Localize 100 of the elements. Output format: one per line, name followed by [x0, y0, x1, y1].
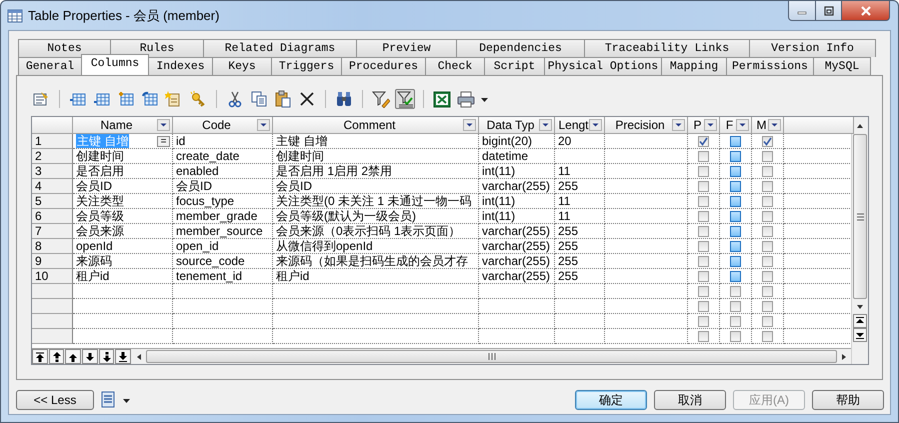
row-number[interactable]: 1	[32, 134, 73, 149]
checkbox[interactable]	[730, 286, 741, 296]
checkbox[interactable]	[762, 270, 773, 282]
column-header[interactable]: Precision	[605, 117, 688, 134]
tab[interactable]: Dependencies	[456, 39, 585, 57]
scrollbar-thumb[interactable]	[146, 350, 837, 363]
checkbox[interactable]	[762, 180, 773, 192]
checkbox[interactable]	[762, 210, 773, 222]
double-up-icon[interactable]	[50, 350, 62, 362]
checkbox[interactable]	[762, 166, 773, 176]
tab[interactable]: Columns	[81, 54, 149, 75]
checkbox[interactable]	[730, 330, 741, 342]
dropdown-icon[interactable]	[589, 119, 602, 131]
add-columns-icon[interactable]	[117, 90, 135, 108]
checkbox[interactable]	[762, 226, 773, 236]
checkbox[interactable]	[698, 166, 709, 176]
checkbox[interactable]	[762, 300, 773, 312]
delete-icon[interactable]	[298, 90, 316, 108]
close-button[interactable]	[842, 1, 890, 21]
paste-icon[interactable]	[274, 90, 292, 108]
scroll-top-icon[interactable]	[855, 316, 865, 326]
print-icon[interactable]	[457, 90, 475, 108]
dropdown-icon[interactable]	[539, 119, 552, 131]
move-bottom-icon[interactable]	[117, 350, 130, 362]
tab[interactable]: Check	[425, 57, 485, 75]
tab[interactable]: Permissions	[726, 57, 814, 75]
checkbox[interactable]	[730, 300, 741, 312]
column-header[interactable]: Lengt	[555, 117, 605, 134]
row-number[interactable]: 3	[32, 164, 73, 179]
checkbox[interactable]	[730, 150, 741, 162]
dropdown-icon[interactable]	[704, 119, 717, 131]
tab[interactable]: Rules	[110, 39, 204, 57]
dropdown-icon[interactable]	[736, 119, 749, 131]
down-arrow-icon[interactable]	[84, 350, 96, 362]
minimize-button[interactable]	[788, 1, 816, 21]
filter-button[interactable]	[395, 89, 415, 109]
less-button[interactable]: << Less	[16, 390, 94, 410]
dropdown-icon[interactable]	[672, 119, 685, 131]
row-number[interactable]: 9	[32, 254, 73, 269]
move-top-icon[interactable]	[34, 350, 46, 362]
tab[interactable]: Script	[484, 57, 545, 75]
dropdown-icon[interactable]	[463, 119, 476, 131]
tab[interactable]: Keys	[212, 57, 272, 75]
row-number[interactable]: 10	[32, 269, 73, 284]
tab[interactable]: Triggers	[271, 57, 342, 75]
tab[interactable]: MySQL	[813, 57, 871, 75]
cut-icon[interactable]	[226, 90, 244, 108]
checkbox[interactable]	[698, 270, 709, 282]
checkbox[interactable]	[698, 150, 709, 162]
checkbox[interactable]	[730, 166, 741, 176]
checkbox[interactable]	[698, 286, 709, 296]
checkbox[interactable]	[730, 240, 741, 252]
checkbox[interactable]	[762, 196, 773, 206]
checkbox[interactable]	[730, 136, 741, 146]
column-header[interactable]: P	[688, 117, 720, 134]
checkbox[interactable]	[698, 300, 709, 312]
column-header[interactable]: Data Typ	[479, 117, 555, 134]
checkbox[interactable]	[762, 330, 773, 342]
properties-icon[interactable]	[32, 90, 50, 108]
filter-edit-icon[interactable]	[372, 90, 390, 108]
dropdown-icon[interactable]	[257, 119, 270, 131]
find-icon[interactable]	[335, 90, 353, 108]
tab[interactable]: Related Diagrams	[203, 39, 357, 57]
tab[interactable]: Mapping	[661, 57, 727, 75]
row-number[interactable]: 8	[32, 239, 73, 254]
checkbox[interactable]	[730, 316, 741, 326]
dialog-button[interactable]: 帮助	[812, 390, 884, 410]
scroll-bottom-icon[interactable]	[855, 330, 865, 340]
reuse-columns-icon[interactable]	[141, 90, 159, 108]
tab[interactable]: Traceability Links	[584, 39, 750, 57]
tab[interactable]: Procedures	[341, 57, 426, 75]
scrollbar-thumb[interactable]	[853, 134, 867, 299]
dialog-button[interactable]: 取消	[654, 390, 726, 410]
checkbox[interactable]	[730, 180, 741, 192]
key-icon[interactable]	[189, 90, 207, 108]
column-header[interactable]: Comment	[273, 117, 479, 134]
ellipsis-button[interactable]: =	[157, 136, 170, 146]
maximize-button[interactable]	[816, 1, 842, 21]
checkbox[interactable]	[698, 316, 709, 326]
tab[interactable]: Physical Options	[544, 57, 662, 75]
checkbox[interactable]	[762, 286, 773, 296]
copy-icon[interactable]	[250, 90, 268, 108]
spreadsheet-icon[interactable]	[433, 90, 451, 108]
checkbox[interactable]	[730, 210, 741, 222]
checkbox[interactable]	[730, 256, 741, 266]
checkbox[interactable]	[762, 136, 773, 146]
row-number[interactable]: 5	[32, 194, 73, 209]
document-stack-icon[interactable]	[100, 391, 116, 409]
tab[interactable]: Indexes	[148, 57, 213, 75]
checkbox[interactable]	[698, 240, 709, 252]
checkbox[interactable]	[730, 270, 741, 282]
checkbox[interactable]	[730, 196, 741, 206]
checkbox[interactable]	[698, 210, 709, 222]
checkbox[interactable]	[730, 226, 741, 236]
dropdown-icon[interactable]	[768, 119, 781, 131]
row-number[interactable]: 6	[32, 209, 73, 224]
column-header[interactable]: M	[752, 117, 784, 134]
tab[interactable]: Notes	[18, 39, 111, 57]
row-number[interactable]: 7	[32, 224, 73, 239]
dropdown-icon[interactable]	[157, 119, 170, 131]
